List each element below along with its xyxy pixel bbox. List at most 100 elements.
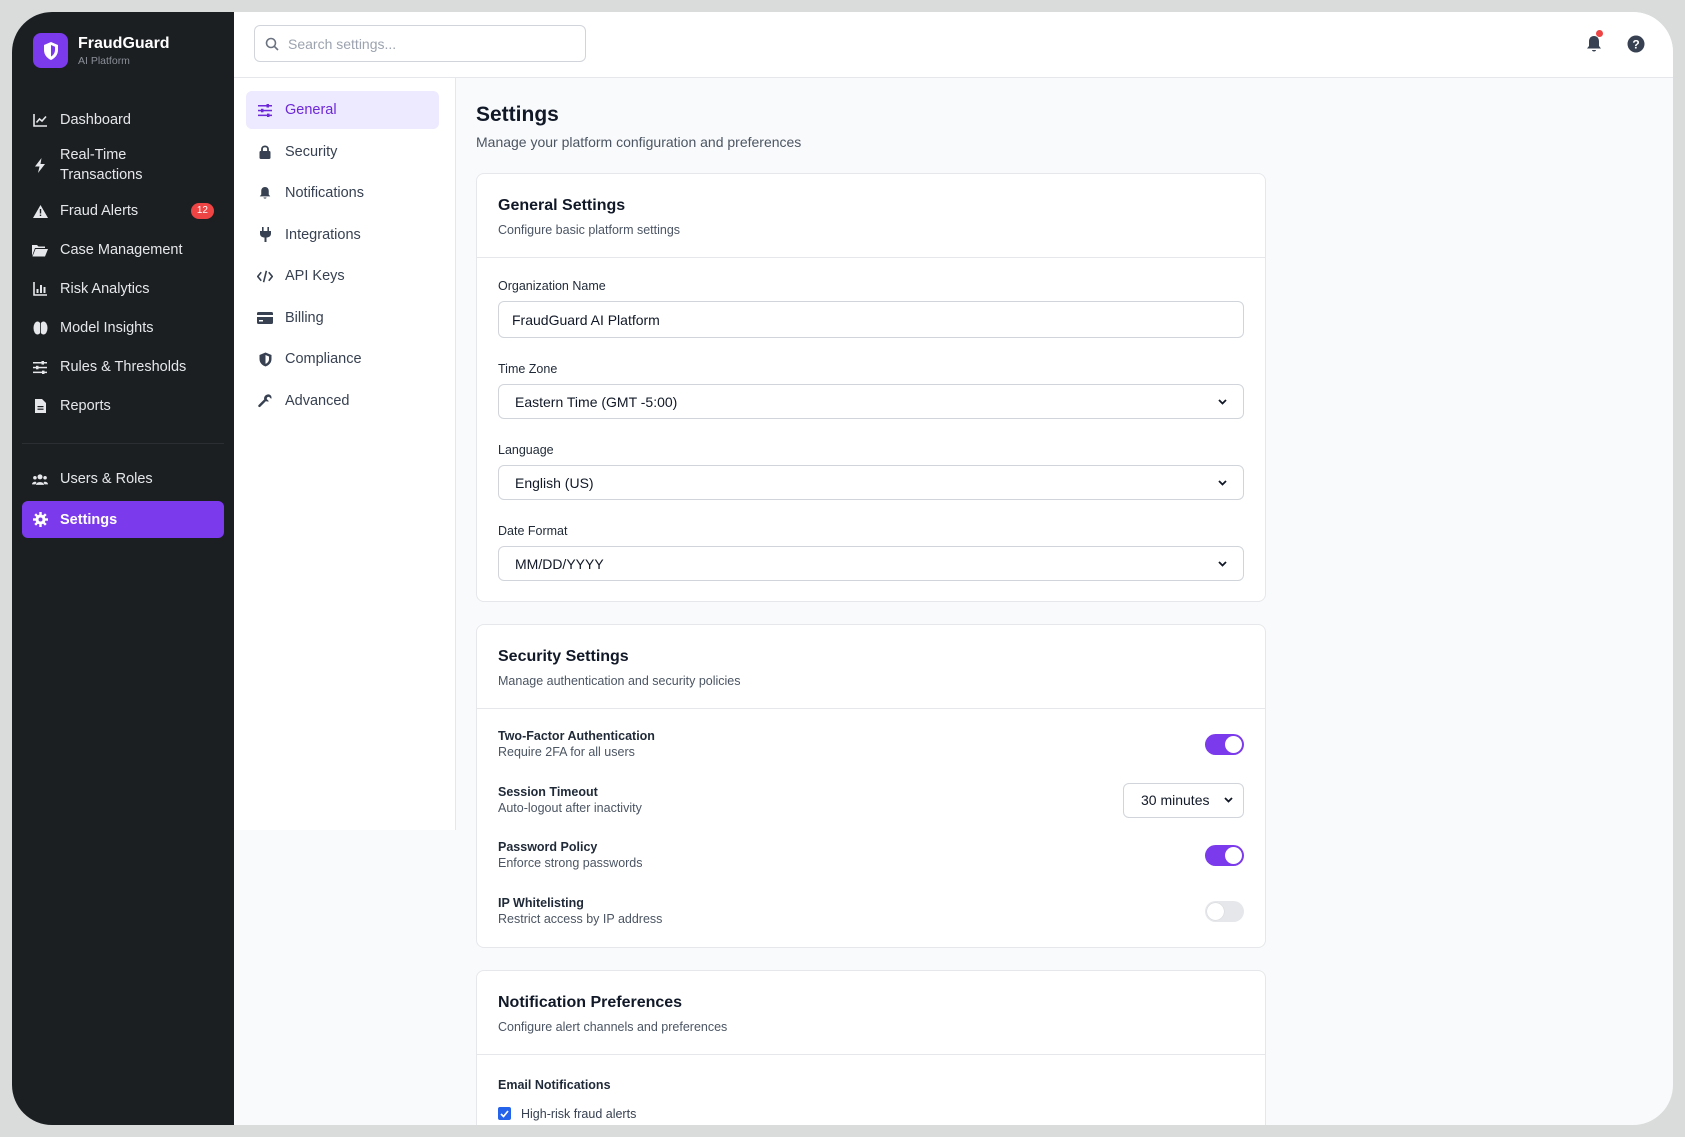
- bell-icon: [257, 185, 273, 201]
- search-box[interactable]: [254, 25, 586, 62]
- settings-tab-label: Billing: [285, 309, 324, 326]
- sidebar-item-case-management[interactable]: Case Management: [22, 233, 224, 267]
- card-title: Notification Preferences: [498, 993, 683, 1011]
- select-value: MM/DD/YYYY: [515, 555, 604, 572]
- setting-title: Password Policy: [498, 840, 598, 854]
- settings-nav: General Security Notifications Integrati…: [234, 78, 456, 830]
- card-subtitle: Manage authentication and security polic…: [498, 674, 741, 688]
- page-title: Settings: [476, 103, 559, 126]
- session-timeout-row: Session Timeout Auto-logout after inacti…: [498, 782, 1244, 818]
- time-zone-select[interactable]: Eastern Time (GMT -5:00): [498, 384, 1244, 419]
- sidebar-item-label: Settings: [60, 511, 118, 528]
- session-timeout-select[interactable]: 30 minutes: [1123, 782, 1244, 818]
- settings-tab-label: Advanced: [285, 392, 350, 409]
- high-risk-alerts-checkbox[interactable]: [498, 1107, 511, 1120]
- search-input[interactable]: [288, 35, 568, 52]
- notifications-button[interactable]: [1584, 30, 1604, 54]
- settings-tab-general[interactable]: General: [246, 91, 439, 129]
- shield-icon: [257, 351, 273, 367]
- file-icon: [32, 398, 48, 414]
- settings-tab-notifications[interactable]: Notifications: [246, 174, 439, 212]
- setting-title: Two-Factor Authentication: [498, 729, 655, 743]
- settings-tab-api-keys[interactable]: API Keys: [246, 257, 439, 295]
- sidebar-item-settings[interactable]: Settings: [22, 501, 224, 538]
- select-value: Eastern Time (GMT -5:00): [515, 393, 678, 410]
- warning-icon: [32, 203, 48, 219]
- password-policy-toggle[interactable]: [1205, 845, 1244, 866]
- chevron-down-icon: [1218, 398, 1227, 405]
- brand-subtitle: AI Platform: [78, 54, 130, 67]
- ip-whitelisting-row: IP Whitelisting Restrict access by IP ad…: [498, 894, 1244, 929]
- sidebar-item-label: Risk Analytics: [60, 281, 150, 297]
- code-icon: [257, 268, 273, 284]
- help-button[interactable]: ?: [1626, 34, 1646, 54]
- app-window: FraudGuard AI Platform Dashboard Real-Ti…: [12, 12, 1673, 1125]
- toggle-knob: [1207, 902, 1224, 920]
- settings-tab-security[interactable]: Security: [246, 133, 439, 171]
- toggle-knob: [1225, 847, 1242, 864]
- sidebar-item-users-roles[interactable]: Users & Roles: [22, 462, 224, 496]
- two-factor-row: Two-Factor Authentication Require 2FA fo…: [498, 727, 1244, 762]
- card-title: General Settings: [498, 197, 626, 214]
- settings-tab-compliance[interactable]: Compliance: [246, 340, 439, 378]
- sidebar-item-real-time-transactions[interactable]: Real-Time Transactions: [22, 143, 224, 187]
- sidebar-nav: Dashboard Real-Time Transactions Fraud A…: [22, 103, 224, 538]
- time-zone-label: Time Zone: [498, 362, 558, 376]
- bar-chart-icon: [32, 281, 48, 297]
- sidebar-item-reports[interactable]: Reports: [22, 389, 224, 423]
- notification-preferences-card: Notification Preferences Configure alert…: [476, 969, 1266, 1125]
- setting-description: Restrict access by IP address: [498, 911, 663, 926]
- main-content: Settings Manage your platform configurat…: [476, 78, 1266, 1125]
- settings-tab-billing[interactable]: Billing: [246, 299, 439, 337]
- sidebar-item-model-insights[interactable]: Model Insights: [22, 311, 224, 345]
- organization-name-input[interactable]: [498, 301, 1244, 338]
- users-icon: [32, 471, 48, 487]
- sidebar-item-risk-analytics[interactable]: Risk Analytics: [22, 272, 224, 306]
- setting-description: Require 2FA for all users: [498, 745, 635, 759]
- sidebar-item-label: Case Management: [60, 242, 183, 258]
- setting-description: Enforce strong passwords: [498, 856, 643, 870]
- date-format-select[interactable]: MM/DD/YYYY: [498, 546, 1244, 581]
- sidebar-item-label: Reports: [60, 398, 111, 414]
- security-settings-card: Security Settings Manage authentication …: [476, 624, 1266, 948]
- date-format-label: Date Format: [498, 524, 568, 538]
- brain-icon: [32, 320, 48, 336]
- sliders-icon: [257, 102, 273, 118]
- organization-name-label: Organization Name: [498, 279, 606, 293]
- help-icon: ?: [1627, 35, 1645, 53]
- gear-icon: [32, 512, 48, 528]
- card-subtitle: Configure basic platform settings: [498, 223, 681, 237]
- sliders-icon: [32, 359, 48, 375]
- sidebar-item-rules-thresholds[interactable]: Rules & Thresholds: [22, 350, 224, 384]
- sidebar-item-dashboard[interactable]: Dashboard: [22, 103, 224, 137]
- lock-icon: [257, 144, 273, 160]
- sidebar-item-label: Fraud Alerts: [60, 203, 139, 219]
- sidebar-item-label: Real-Time Transactions: [60, 147, 143, 183]
- settings-tab-integrations[interactable]: Integrations: [246, 216, 439, 254]
- ip-whitelisting-toggle[interactable]: [1205, 900, 1244, 922]
- brand[interactable]: FraudGuard AI Platform: [33, 33, 170, 68]
- password-policy-row: Password Policy Enforce strong passwords: [498, 838, 1244, 873]
- brand-name: FraudGuard: [78, 34, 170, 52]
- email-notifications-label: Email Notifications: [498, 1077, 611, 1092]
- select-value: English (US): [515, 474, 594, 491]
- sidebar-item-label: Rules & Thresholds: [60, 359, 187, 375]
- sidebar-item-fraud-alerts[interactable]: Fraud Alerts 12: [22, 194, 224, 228]
- settings-tab-label: Compliance: [285, 351, 362, 367]
- settings-tab-label: Notifications: [285, 185, 364, 201]
- sidebar: FraudGuard AI Platform Dashboard Real-Ti…: [12, 12, 234, 1125]
- alert-count-badge: 12: [190, 203, 214, 219]
- checkbox-label: High-risk fraud alerts: [521, 1106, 637, 1121]
- settings-tab-label: Security: [285, 143, 338, 160]
- settings-tab-advanced[interactable]: Advanced: [246, 382, 439, 420]
- toggle-knob: [1225, 736, 1242, 753]
- chevron-down-icon: [1218, 479, 1227, 486]
- settings-tab-label: Integrations: [285, 226, 361, 243]
- card-subtitle: Configure alert channels and preferences: [498, 1019, 728, 1034]
- language-select[interactable]: English (US): [498, 465, 1244, 500]
- notification-dot: [1596, 30, 1603, 37]
- high-risk-alerts-option[interactable]: High-risk fraud alerts: [498, 1107, 1244, 1121]
- bolt-icon: [32, 157, 48, 173]
- two-factor-toggle[interactable]: [1205, 734, 1244, 755]
- sidebar-item-label: Model Insights: [60, 320, 154, 336]
